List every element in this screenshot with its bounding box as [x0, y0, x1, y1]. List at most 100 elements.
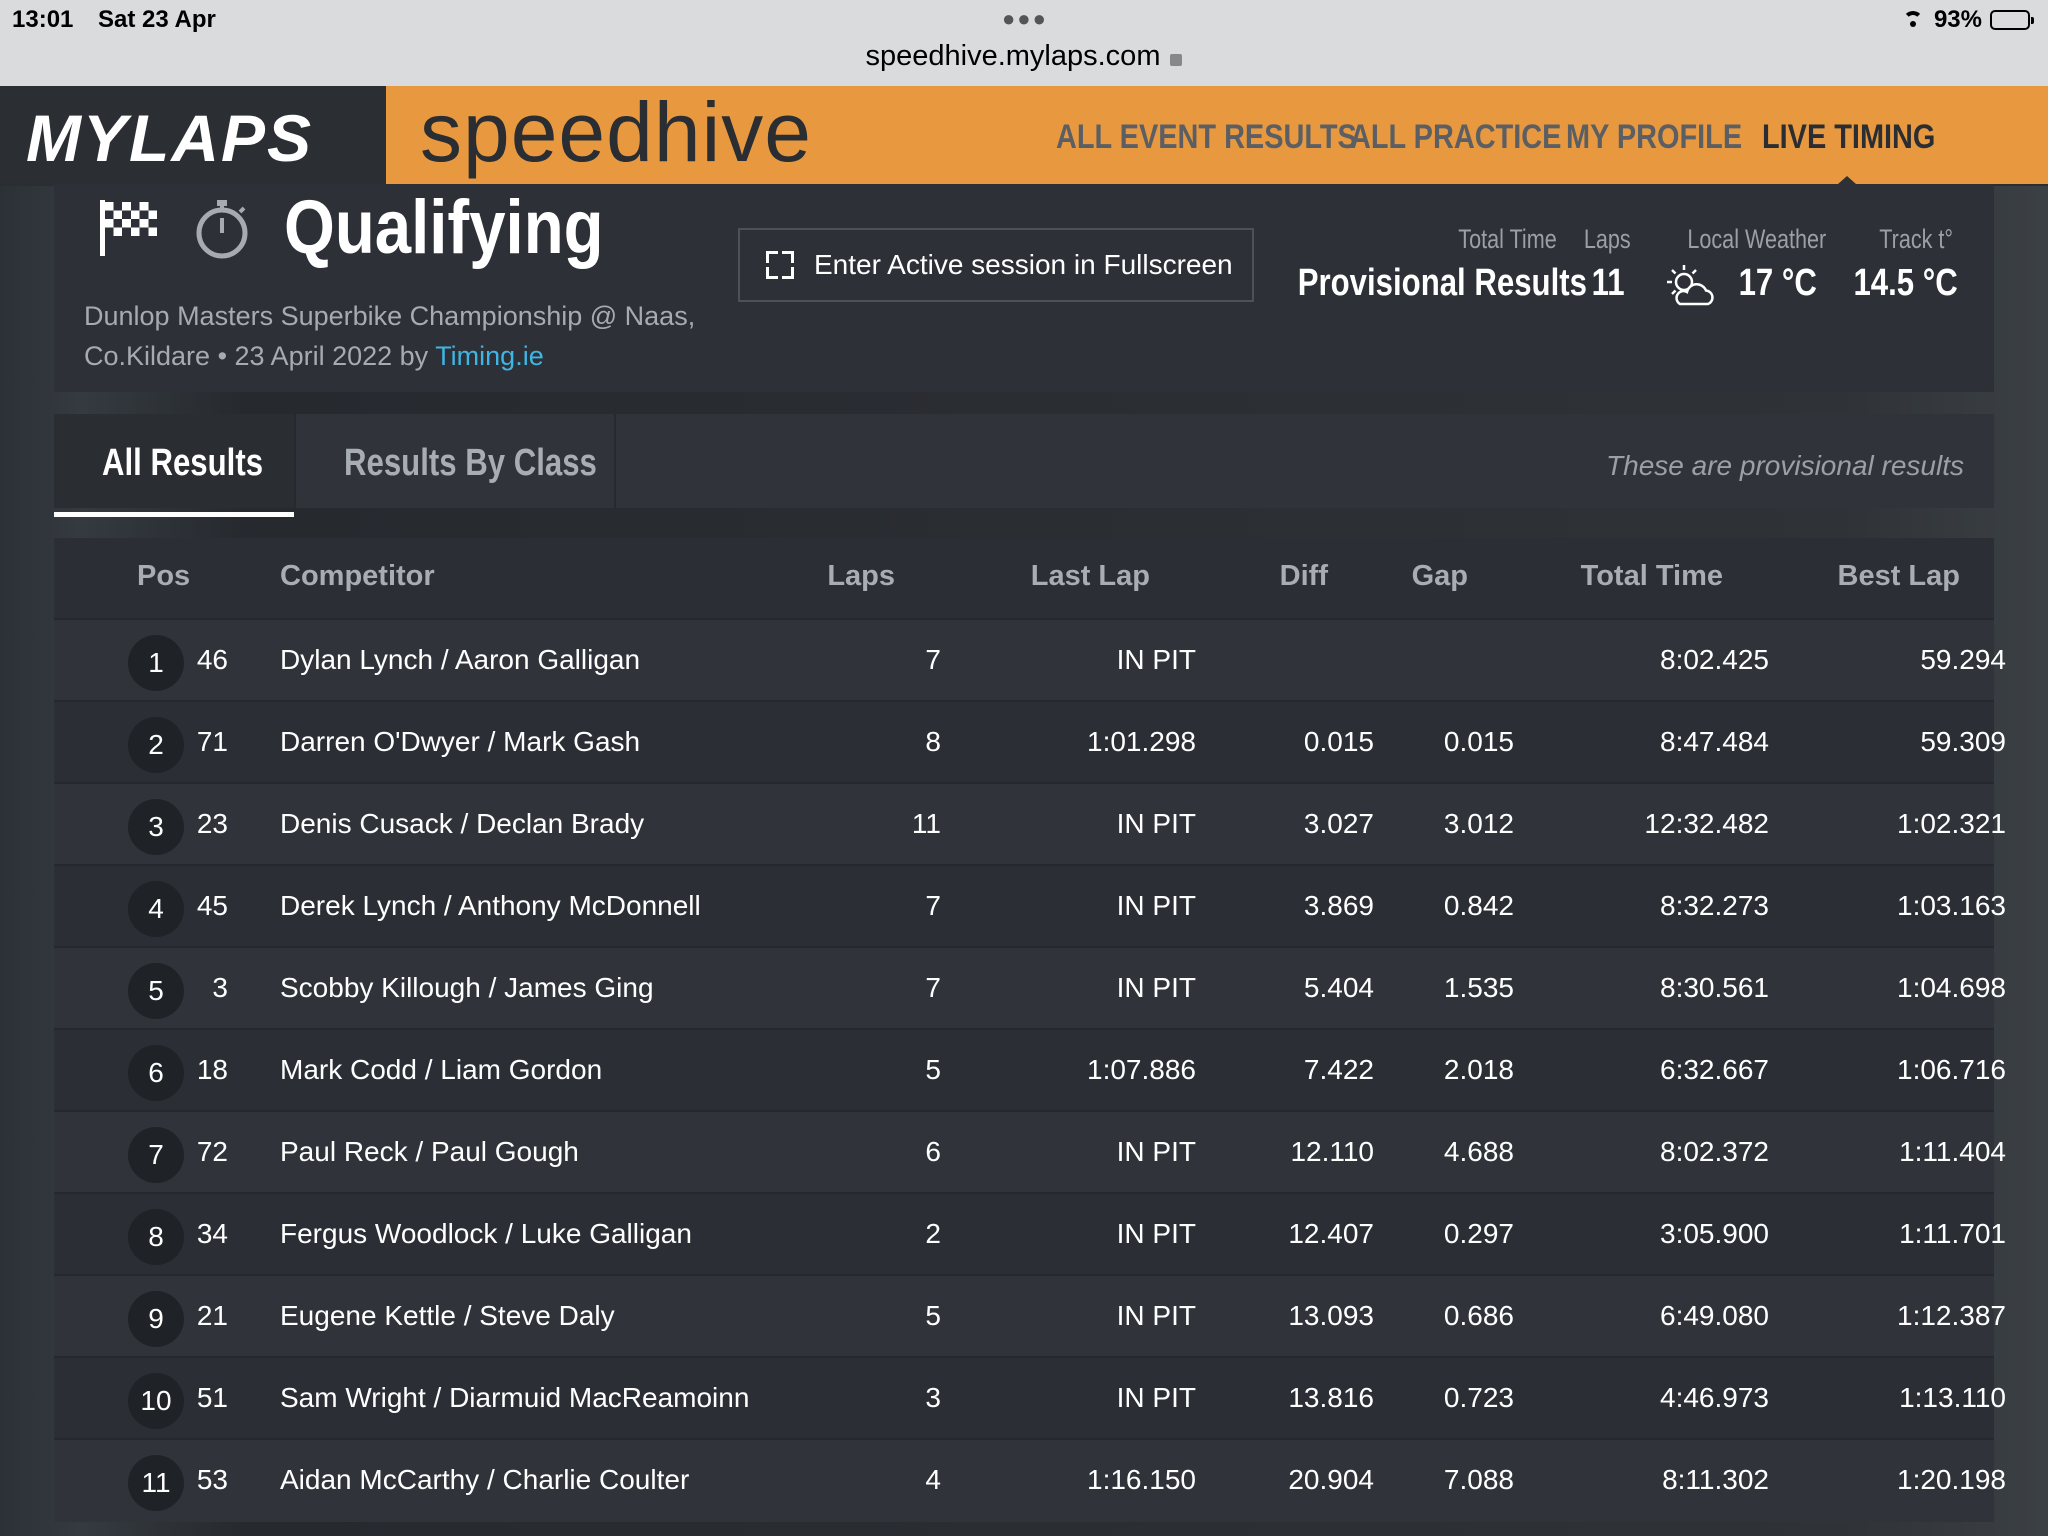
tab-results-by-class[interactable]: Results By Class	[344, 442, 597, 485]
position-badge: 8	[128, 1209, 184, 1265]
gap-cell: 0.015	[1443, 726, 1514, 757]
total-time-cell: 8:30.561	[1660, 972, 1769, 1003]
more-dots-icon[interactable]: ●●●	[1002, 6, 1048, 32]
table-row[interactable]: 5 3 Scobby Killough / James Ging 7 IN PIT 5.4…	[54, 946, 2006, 1030]
competitor-number: 3	[212, 972, 228, 1003]
last-lap-cell: IN PIT	[1116, 890, 1196, 921]
competitor-name: Aidan McCarthy / Charlie Coulter	[280, 1464, 690, 1495]
position-badge: 7	[128, 1127, 184, 1183]
table-row[interactable]: 4 45 Derek Lynch / Anthony McDonnell 7 IN PI…	[54, 864, 2006, 948]
table-row[interactable]: 1 46 Dylan Lynch / Aaron Galligan 7 IN PIT 8:…	[54, 618, 2006, 702]
gap-cell: 2.018	[1443, 1054, 1514, 1085]
nav-all-practice[interactable]: ALL PRACTICE	[1350, 118, 1561, 157]
track-temp-label: Track t°	[1879, 224, 1954, 254]
table-row[interactable]: 11 53 Aidan McCarthy / Charlie Coulter 4 1:1…	[54, 1438, 2006, 1522]
last-lap-cell: IN PIT	[1116, 808, 1196, 839]
tab-divider	[614, 414, 616, 508]
table-row[interactable]: 6 18 Mark Codd / Liam Gordon 5 1:07.886 7.422…	[54, 1028, 2006, 1112]
competitor-name: Denis Cusack / Declan Brady	[280, 808, 645, 839]
total-time-cell: 3:05.900	[1660, 1218, 1769, 1249]
header-last-lap[interactable]: Last Lap	[1031, 560, 1150, 593]
header-pos[interactable]: Pos	[137, 560, 190, 593]
gap-cell: 0.686	[1443, 1300, 1514, 1331]
diff-cell: 13.816	[1288, 1382, 1374, 1413]
best-lap-cell: 1:02.321	[1897, 808, 2006, 839]
total-time-cell: 4:46.973	[1660, 1382, 1769, 1413]
gap-cell: 4.688	[1443, 1136, 1514, 1167]
competitor-number: 51	[196, 1382, 228, 1413]
fullscreen-button[interactable]: Enter Active session in Fullscreen	[738, 228, 1254, 302]
gap-cell: 0.297	[1443, 1218, 1514, 1249]
best-lap-cell: 59.294	[1920, 644, 2006, 675]
best-lap-cell: 59.309	[1920, 726, 2006, 757]
partly-cloudy-icon	[1667, 265, 1714, 306]
wifi-icon	[1900, 11, 1926, 29]
best-lap-cell: 1:03.163	[1897, 890, 2006, 921]
competitor-number: 72	[196, 1136, 228, 1167]
table-row[interactable]: 2 71 Darren O'Dwyer / Mark Gash 8 1:01.298 0.…	[54, 700, 2006, 784]
gap-cell: 3.012	[1443, 808, 1514, 839]
last-lap-cell: 1:01.298	[1087, 726, 1196, 757]
table-row[interactable]: 8 34 Fergus Woodlock / Luke Galligan 2 IN PI…	[54, 1192, 2006, 1276]
lock-icon	[1170, 54, 1183, 66]
diff-cell: 3.027	[1303, 808, 1374, 839]
best-lap-cell: 1:12.387	[1897, 1300, 2006, 1331]
total-time-value: Provisional Results	[1297, 262, 1587, 304]
table-row[interactable]: 7 72 Paul Reck / Paul Gough 6 IN PIT 12.110 4.…	[54, 1110, 2006, 1194]
last-lap-cell: IN PIT	[1116, 972, 1196, 1003]
diff-cell: 0.015	[1303, 726, 1374, 757]
position-badge: 6	[128, 1045, 184, 1101]
table-row[interactable]: 10 51 Sam Wright / Diarmuid MacReamoinn 3 IN…	[54, 1356, 2006, 1440]
diff-cell: 7.422	[1303, 1054, 1374, 1085]
organizer-link[interactable]: Timing.ie	[435, 341, 544, 371]
header-diff[interactable]: Diff	[1280, 560, 1328, 593]
session-title: Qualifying	[284, 185, 604, 270]
position-badge: 9	[128, 1291, 184, 1347]
nav-active-caret-icon	[1838, 176, 1856, 184]
position-badge: 2	[128, 717, 184, 773]
laps-cell: 5	[925, 1300, 941, 1331]
header-total-time[interactable]: Total Time	[1581, 560, 1723, 593]
laps-cell: 2	[925, 1218, 941, 1249]
header-best-lap[interactable]: Best Lap	[1838, 560, 1960, 593]
competitor-number: 23	[196, 808, 228, 839]
header-gap[interactable]: Gap	[1412, 560, 1468, 593]
laps-cell: 11	[911, 808, 941, 839]
gap-cell: 0.842	[1443, 890, 1514, 921]
laps-cell: 3	[925, 1382, 941, 1413]
gap-cell: 0.723	[1443, 1382, 1514, 1413]
status-date: Sat 23 Apr	[98, 6, 216, 33]
event-description: Dunlop Masters Superbike Championship @ …	[84, 301, 696, 371]
checkered-flag-icon	[100, 200, 157, 256]
nav-all-event-results[interactable]: ALL EVENT RESULTS	[1056, 118, 1357, 157]
best-lap-cell: 1:11.404	[1899, 1136, 2006, 1167]
tab-all-results-label[interactable]: All Results	[102, 442, 263, 485]
last-lap-cell: 1:16.150	[1087, 1464, 1196, 1495]
provisional-note: These are provisional results	[1606, 450, 1964, 481]
status-bar: 13:01 Sat 23 Apr ●●● speedhive.mylaps.co…	[0, 0, 2048, 86]
total-time-cell: 8:11.302	[1662, 1464, 1769, 1495]
status-time: 13:01	[12, 6, 74, 33]
laps-cell: 7	[925, 890, 941, 921]
fullscreen-label: Enter Active session in Fullscreen	[814, 249, 1233, 280]
table-row[interactable]: 9 21 Eugene Kettle / Steve Daly 5 IN PIT 13.0…	[54, 1274, 2006, 1358]
header-competitor[interactable]: Competitor	[280, 560, 435, 593]
mylaps-logo[interactable]: MYLAPS	[26, 100, 313, 176]
table-row[interactable]: 3 23 Denis Cusack / Declan Brady 11 IN PIT 3.…	[54, 782, 2006, 866]
speedhive-logo[interactable]: speedhive	[420, 84, 812, 181]
laps-value: 11	[1591, 262, 1625, 304]
total-time-cell: 6:32.667	[1660, 1054, 1769, 1085]
header-laps[interactable]: Laps	[827, 560, 895, 593]
battery-percent: 93%	[1933, 6, 1982, 33]
nav-my-profile[interactable]: MY PROFILE	[1566, 118, 1742, 157]
stopwatch-icon	[196, 200, 248, 259]
competitor-name: Darren O'Dwyer / Mark Gash	[280, 726, 641, 757]
diff-cell: 5.404	[1303, 972, 1374, 1003]
event-subtitle: Dunlop Masters Superbike Championship @ …	[84, 296, 744, 376]
nav-live-timing[interactable]: LIVE TIMING	[1762, 118, 1935, 157]
address-bar[interactable]: speedhive.mylaps.com	[0, 40, 2048, 73]
total-time-cell: 8:47.484	[1660, 726, 1769, 757]
last-lap-cell: IN PIT	[1116, 644, 1196, 675]
position-badge: 3	[128, 799, 184, 855]
weather-value: 17 °C	[1738, 262, 1817, 304]
